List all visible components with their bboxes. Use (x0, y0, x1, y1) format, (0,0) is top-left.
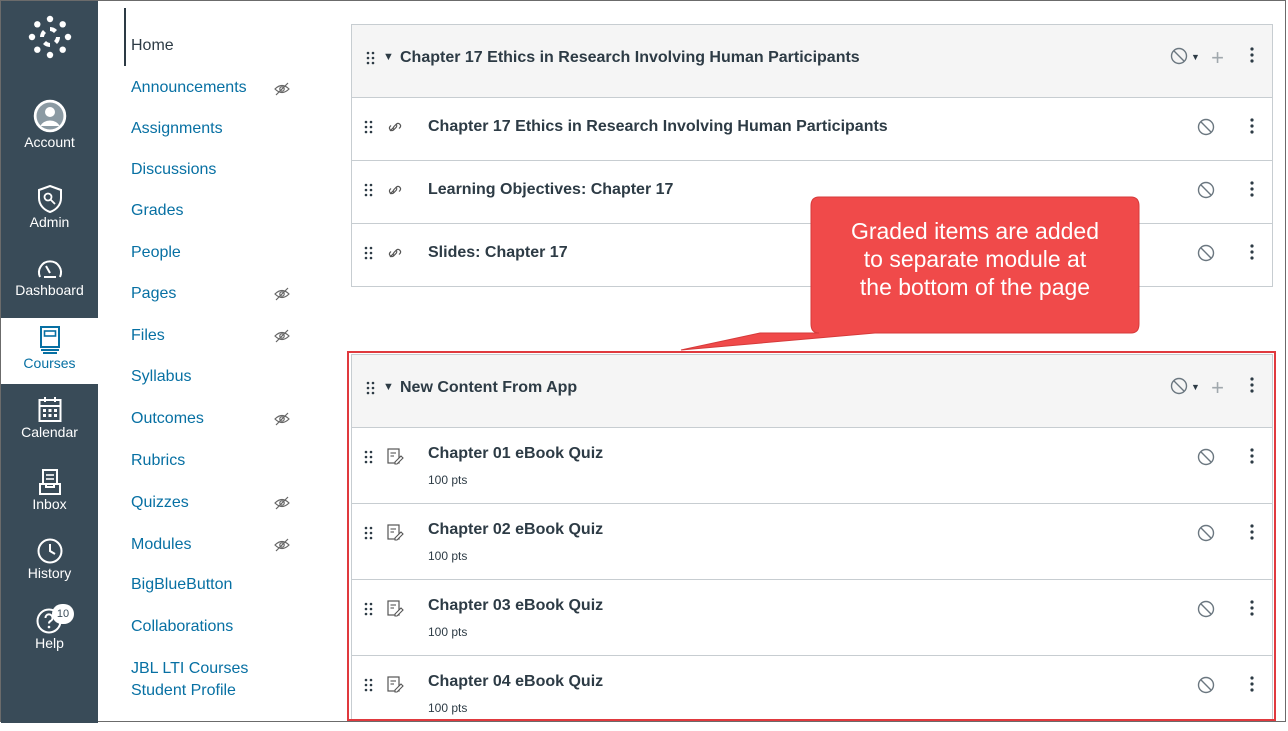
callout-line: to separate module at (863, 246, 1087, 272)
callout-line: Graded items are added (850, 218, 1100, 244)
callout-bubble (680, 196, 1140, 351)
callout-line: the bottom of the page (859, 274, 1091, 300)
callout-text: Graded items are added to separate modul… (812, 217, 1138, 301)
